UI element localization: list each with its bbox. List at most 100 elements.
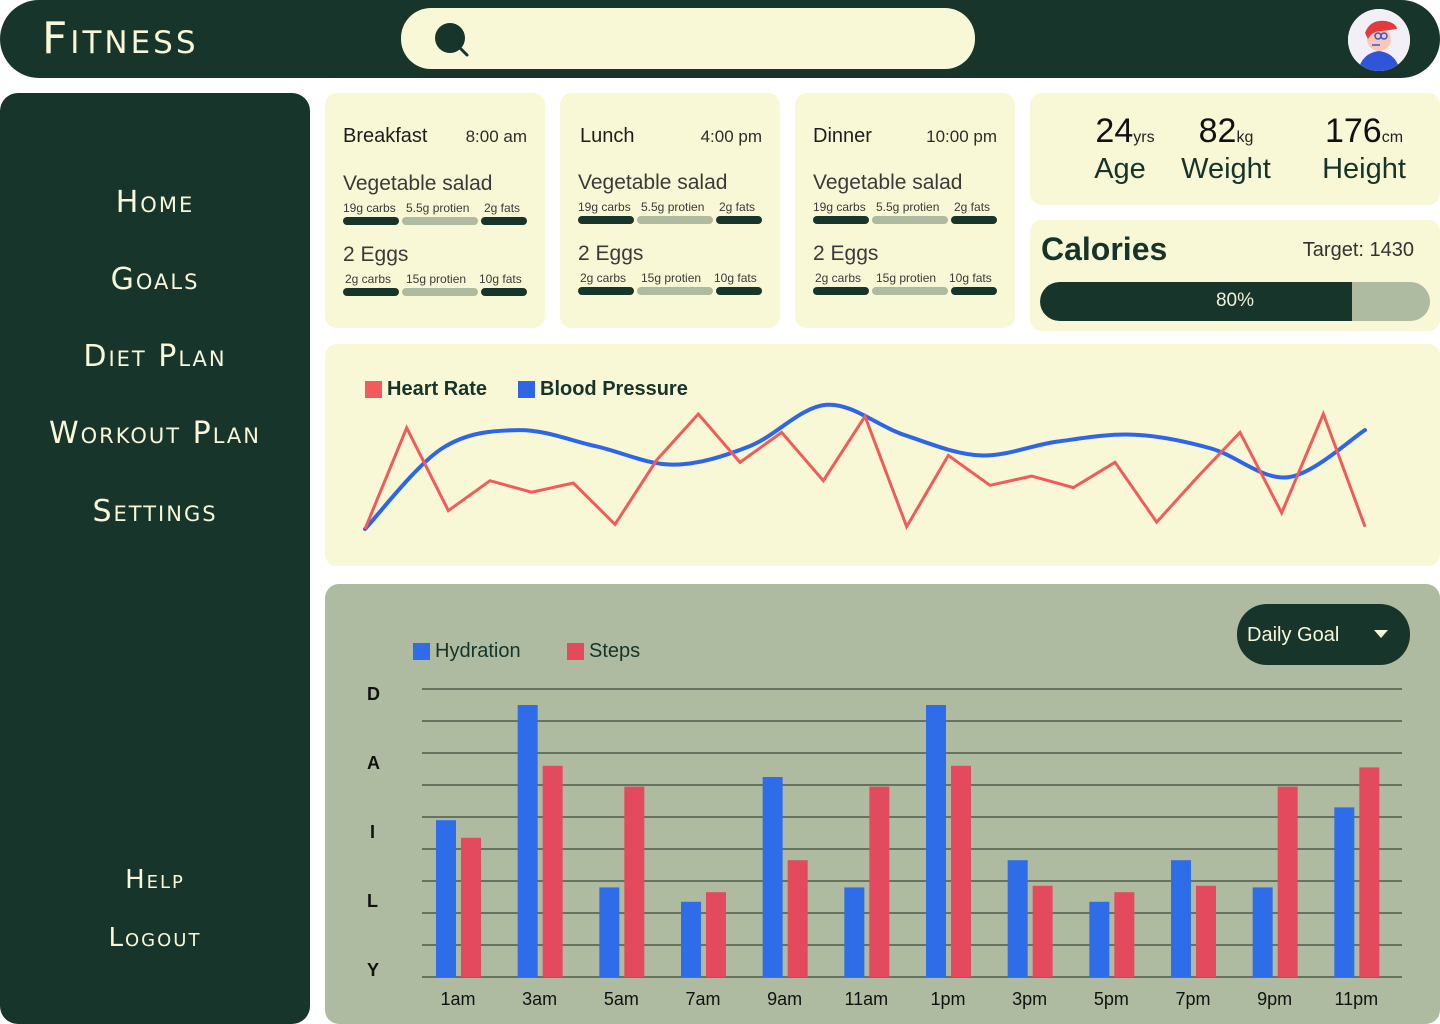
bar-hydration	[762, 777, 783, 977]
food-name: Vegetable salad	[343, 172, 493, 195]
macro-row: 19g carbs 5.5g protien 2g fats	[578, 200, 762, 224]
protein-bar	[402, 217, 478, 225]
weight-label: Weight	[1181, 153, 1271, 185]
bar-steps	[1196, 885, 1216, 977]
bar-hydration	[681, 901, 701, 977]
user-avatar[interactable]	[1348, 9, 1410, 71]
x-tick-label: 11am	[844, 989, 888, 1009]
bar-steps	[542, 765, 563, 977]
macro-protein: 15g protien	[876, 271, 937, 285]
bar-hydration	[1252, 887, 1273, 977]
sidebar-item-workout-plan[interactable]: Workout Plan	[0, 416, 310, 451]
macro-protein: 5.5g protien	[406, 201, 470, 215]
macro-protein: 5.5g protien	[641, 200, 705, 214]
x-tick-label: 9pm	[1257, 989, 1292, 1009]
macro-carbs: 19g carbs	[578, 200, 631, 214]
sidebar-item-help[interactable]: Help	[0, 865, 310, 895]
protein-bar	[637, 287, 713, 295]
bar-steps	[706, 892, 726, 977]
x-tick-label: 1am	[440, 989, 475, 1009]
bar-steps	[951, 765, 971, 977]
carbs-bar	[578, 216, 634, 224]
meal-card-lunch[interactable]: Lunch 4:00 pm Vegetable salad 19g carbs …	[560, 93, 780, 328]
height-unit: cm	[1381, 129, 1404, 146]
bar-hydration	[599, 887, 620, 977]
sidebar-item-settings[interactable]: Settings	[0, 494, 310, 529]
bar-hydration	[436, 820, 456, 977]
search-icon[interactable]	[433, 21, 473, 61]
food-name: 2 Eggs	[578, 242, 644, 265]
x-tick-label: 3am	[522, 989, 557, 1009]
x-tick-label: 5am	[604, 989, 639, 1009]
protein-bar	[872, 287, 948, 295]
age-unit: yrs	[1133, 129, 1155, 146]
sidebar-item-home[interactable]: Home	[0, 185, 310, 220]
vitals-chart-card: Heart Rate Blood Pressure	[325, 344, 1440, 566]
series-line-blood-pressure	[363, 402, 1367, 531]
protein-bar	[872, 216, 948, 224]
macro-carbs: 2g carbs	[580, 271, 627, 285]
sidebar-item-diet-plan[interactable]: Diet Plan	[0, 339, 310, 374]
calories-title: Calories	[1041, 231, 1168, 267]
fats-bar	[716, 216, 762, 224]
vitals-line-chart	[363, 402, 1367, 531]
macro-row: 2g carbs 15g protien 10g fats	[343, 272, 527, 296]
activity-chart-card: Hydration Steps Daily Goal D A I L Y 1am…	[325, 584, 1440, 1024]
bar-hydration	[1171, 860, 1191, 977]
calories-target: Target: 1430	[1302, 239, 1414, 261]
meal-name: Breakfast	[343, 125, 428, 147]
bar-steps	[787, 860, 808, 977]
app-logo: Fitness	[42, 13, 199, 64]
meal-time: 4:00 pm	[700, 127, 762, 146]
height-label: Height	[1322, 153, 1406, 185]
macro-carbs: 2g carbs	[815, 271, 862, 285]
x-tick-label: 7pm	[1175, 989, 1210, 1009]
meal-time: 10:00 pm	[926, 127, 997, 146]
meal-card-breakfast[interactable]: Breakfast 8:00 am Vegetable salad 19g ca…	[325, 93, 545, 328]
activity-bar-chart: 1am 3am 5am 7am 9am 11am 1pm 3pm 5pm 7pm 9pm 11pm	[422, 688, 1402, 1009]
top-bar: Fitness	[0, 0, 1440, 78]
bar-hydration	[926, 705, 946, 977]
protein-bar	[402, 288, 478, 296]
age-label: Age	[1094, 153, 1146, 185]
sidebar-item-logout[interactable]: Logout	[0, 923, 310, 953]
bar-steps	[1032, 885, 1053, 977]
fats-bar	[951, 216, 997, 224]
fats-bar	[951, 287, 997, 295]
meal-name: Lunch	[580, 125, 635, 147]
stat-weight: 82kg Weight	[1173, 111, 1279, 187]
x-tick-label: 5pm	[1094, 989, 1129, 1009]
calories-progress-text: 80%	[1215, 290, 1255, 311]
bar-steps	[1277, 786, 1298, 977]
calories-progress-bar: 80%	[1040, 282, 1430, 321]
bar-steps	[869, 786, 890, 977]
bar-steps	[1114, 892, 1135, 977]
calories-card: Calories Target: 1430 80%	[1030, 220, 1440, 331]
weight-value: 82	[1198, 112, 1237, 150]
food-name: 2 Eggs	[343, 243, 409, 266]
macro-protein: 15g protien	[406, 272, 467, 286]
x-tick-label: 7am	[685, 989, 720, 1009]
macro-row: 2g carbs 15g protien 10g fats	[813, 271, 997, 295]
search-input[interactable]	[401, 8, 975, 69]
bar-steps	[1359, 767, 1380, 977]
macro-fats: 10g fats	[714, 271, 757, 285]
bar-hydration	[517, 705, 538, 977]
meal-card-dinner[interactable]: Dinner 10:00 pm Vegetable salad 19g carb…	[795, 93, 1015, 328]
food-name: 2 Eggs	[813, 242, 879, 265]
macro-row: 2g carbs 15g protien 10g fats	[578, 271, 762, 295]
macro-fats: 2g fats	[954, 200, 991, 214]
macro-carbs: 2g carbs	[345, 272, 392, 286]
x-tick-label: 3pm	[1012, 989, 1047, 1009]
macro-fats: 10g fats	[479, 272, 522, 286]
bar-steps	[461, 837, 481, 977]
stat-age: 24yrs Age	[1072, 111, 1178, 187]
carbs-bar	[813, 216, 869, 224]
sidebar-item-goals[interactable]: Goals	[0, 262, 310, 297]
height-value: 176	[1324, 112, 1382, 150]
sidebar: Home Goals Diet Plan Workout Plan Settin…	[0, 93, 310, 1024]
protein-bar	[637, 216, 713, 224]
macro-protein: 15g protien	[641, 271, 702, 285]
macro-fats: 2g fats	[484, 201, 521, 215]
bar-steps	[624, 786, 645, 977]
